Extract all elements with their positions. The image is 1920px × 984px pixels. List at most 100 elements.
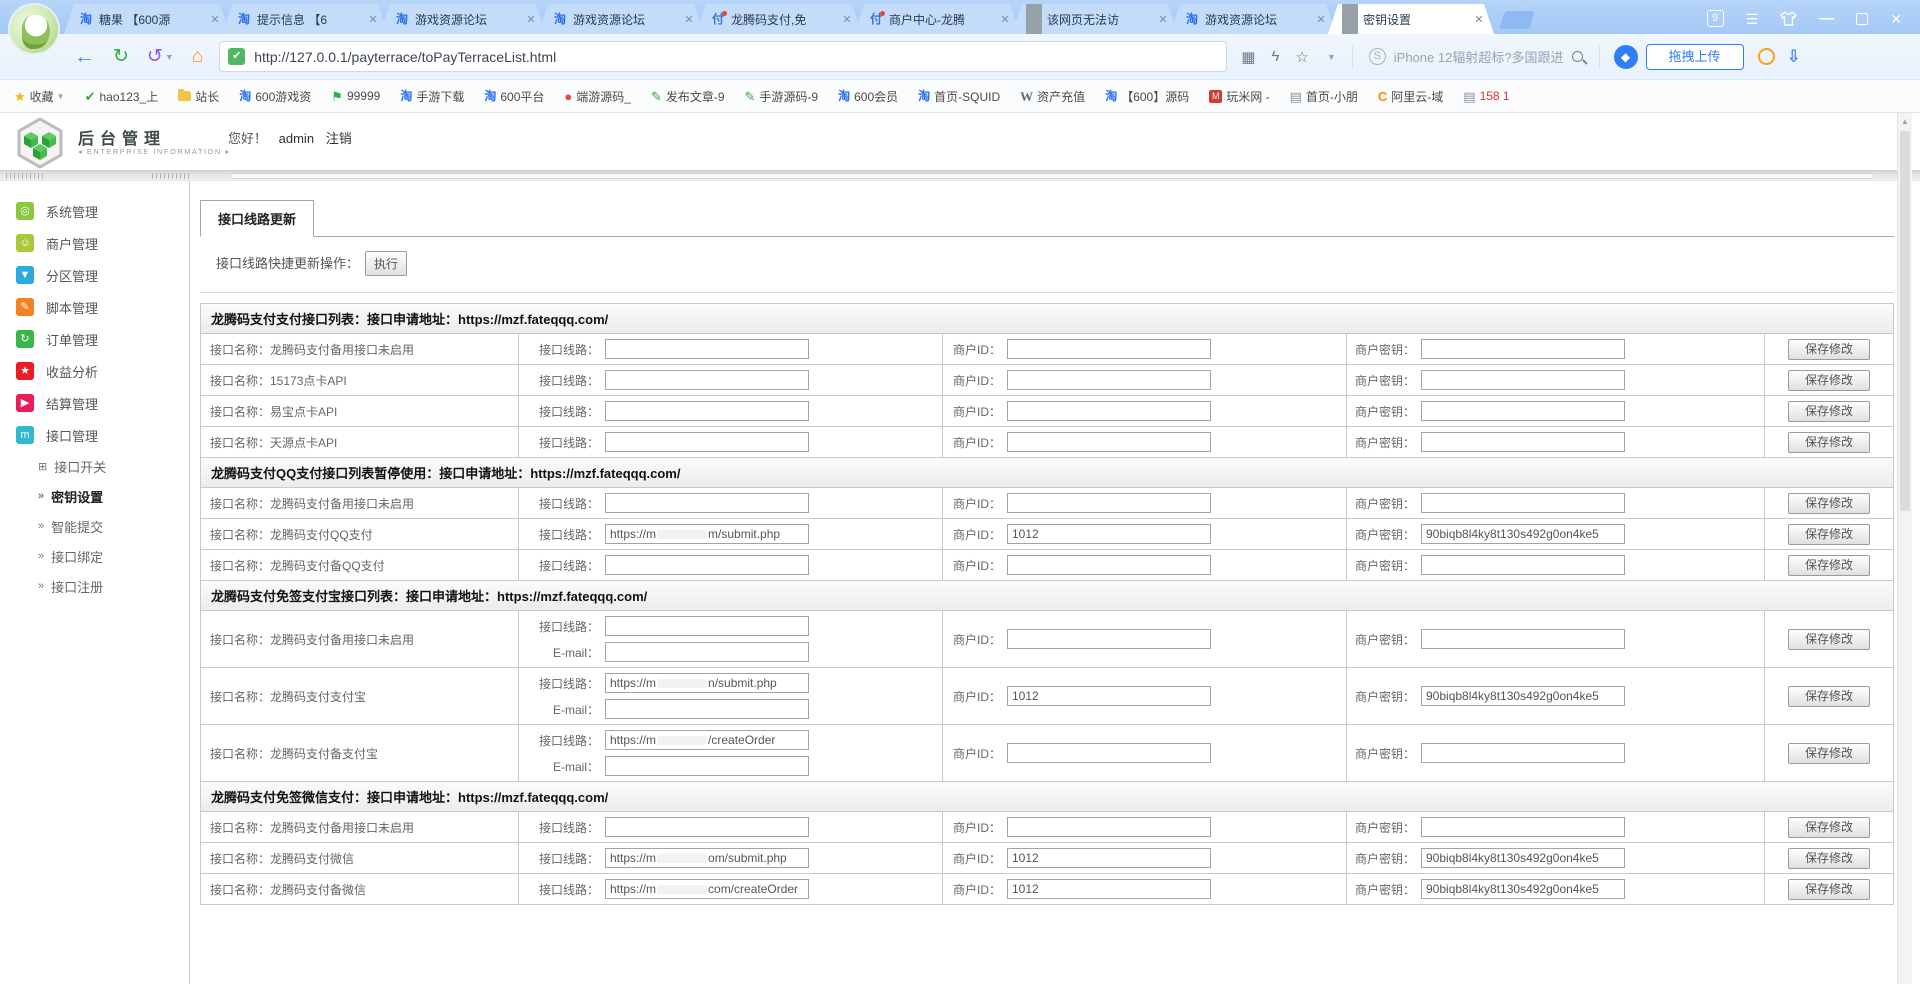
session-count-badge[interactable]: 9 bbox=[1707, 10, 1724, 27]
drag-upload-button[interactable]: 拖拽上传 bbox=[1646, 44, 1744, 70]
bookmark-item[interactable]: M玩米网 - bbox=[1209, 88, 1269, 105]
sidebar-item-m[interactable]: m接口管理 bbox=[0, 419, 189, 451]
merchant-key-input[interactable] bbox=[1421, 493, 1625, 513]
page-scrollbar[interactable]: ▲ bbox=[1897, 113, 1912, 984]
sidebar-item-down-arrow[interactable]: ▼分区管理 bbox=[0, 259, 189, 291]
sidebar-item-recycle[interactable]: ↻订单管理 bbox=[0, 323, 189, 355]
line-input[interactable]: https://mom/submit.php bbox=[605, 848, 809, 868]
favorite-star-icon[interactable]: ☆ bbox=[1295, 48, 1308, 66]
bookmark-item[interactable]: 淘手游下载 bbox=[400, 88, 464, 105]
save-changes-button[interactable]: 保存修改 bbox=[1788, 629, 1870, 650]
bookmark-item[interactable]: ✎手游源码-9 bbox=[745, 88, 819, 105]
merchant-id-input[interactable] bbox=[1007, 555, 1211, 575]
browser-tab[interactable]: 淘游戏资源论坛✕ bbox=[538, 4, 704, 34]
bookmark-item[interactable]: 淘600会员 bbox=[838, 88, 898, 105]
search-hint-text[interactable]: iPhone 12辐射超标?多国跟进 bbox=[1394, 47, 1564, 66]
email-input[interactable] bbox=[605, 642, 809, 662]
merchant-key-input[interactable] bbox=[1421, 555, 1625, 575]
sidebar-item-star[interactable]: ★收益分析 bbox=[0, 355, 189, 387]
sidebar-subitem[interactable]: »接口注册 bbox=[0, 571, 189, 601]
browser-avatar[interactable] bbox=[8, 3, 60, 55]
line-input[interactable] bbox=[605, 817, 809, 837]
save-changes-button[interactable]: 保存修改 bbox=[1788, 743, 1870, 764]
save-changes-button[interactable]: 保存修改 bbox=[1788, 432, 1870, 453]
sidebar-subitem[interactable]: »密钥设置 bbox=[0, 481, 189, 511]
tab-close-icon[interactable]: ✕ bbox=[208, 13, 222, 26]
sidebar-item-play[interactable]: ▶结算管理 bbox=[0, 387, 189, 419]
sidebar-item-smiley[interactable]: ☺商户管理 bbox=[0, 227, 189, 259]
skin-theme-icon[interactable] bbox=[1780, 11, 1797, 26]
execute-button[interactable]: 执行 bbox=[365, 251, 407, 276]
merchant-id-input[interactable] bbox=[1007, 370, 1211, 390]
user-center-icon[interactable] bbox=[1758, 48, 1775, 65]
tab-close-icon[interactable]: ✕ bbox=[366, 13, 380, 26]
minimize-icon[interactable]: — bbox=[1819, 11, 1834, 27]
tab-close-icon[interactable]: ✕ bbox=[1314, 13, 1328, 26]
merchant-id-input[interactable] bbox=[1007, 401, 1211, 421]
back-icon[interactable]: ← bbox=[74, 45, 95, 69]
merchant-id-input[interactable]: 1012 bbox=[1007, 686, 1211, 706]
line-input[interactable]: https://m/createOrder bbox=[605, 730, 809, 750]
line-input[interactable]: https://mcom/createOrder bbox=[605, 879, 809, 899]
bookmark-item[interactable]: ●端游源码_ bbox=[564, 88, 631, 105]
save-changes-button[interactable]: 保存修改 bbox=[1788, 493, 1870, 514]
save-changes-button[interactable]: 保存修改 bbox=[1788, 848, 1870, 869]
address-bar[interactable]: ✔ http://127.0.0.1/payterrace/toPayTerra… bbox=[219, 41, 1227, 72]
browser-tab[interactable]: 淘提示信息 【6✕ bbox=[222, 4, 388, 34]
merchant-key-input[interactable] bbox=[1421, 817, 1625, 837]
security-shield-icon[interactable]: ✔ bbox=[228, 48, 245, 65]
bookmark-item[interactable]: W资产充值 bbox=[1020, 88, 1085, 105]
merchant-key-input[interactable] bbox=[1421, 629, 1625, 649]
close-window-icon[interactable]: ✕ bbox=[1890, 11, 1902, 27]
merchant-key-input[interactable] bbox=[1421, 743, 1625, 763]
favorite-caret-icon[interactable]: ▼ bbox=[1327, 52, 1336, 62]
qr-code-icon[interactable]: ▦ bbox=[1241, 48, 1255, 66]
bookmark-item[interactable]: 站长 bbox=[178, 88, 219, 105]
line-input[interactable] bbox=[605, 555, 809, 575]
bookmark-item[interactable]: C阿里云-域 bbox=[1378, 88, 1443, 105]
line-input[interactable]: https://mm/submit.php bbox=[605, 524, 809, 544]
sidebar-item-power[interactable]: ◎系统管理 bbox=[0, 195, 189, 227]
merchant-id-input[interactable] bbox=[1007, 743, 1211, 763]
merchant-id-input[interactable] bbox=[1007, 432, 1211, 452]
merchant-key-input[interactable] bbox=[1421, 339, 1625, 359]
scrollbar-thumb[interactable] bbox=[1900, 131, 1910, 511]
logout-link[interactable]: 注销 bbox=[326, 131, 352, 146]
undo-history-icon[interactable]: ↺ bbox=[147, 45, 163, 68]
save-changes-button[interactable]: 保存修改 bbox=[1788, 879, 1870, 900]
line-input[interactable] bbox=[605, 401, 809, 421]
bookmark-item[interactable]: ▤158 1 bbox=[1463, 89, 1509, 103]
merchant-key-input[interactable] bbox=[1421, 432, 1625, 452]
browser-tab[interactable]: 淘游戏资源论坛✕ bbox=[380, 4, 546, 34]
bookmark-item[interactable]: ★收藏▼ bbox=[14, 88, 65, 105]
merchant-id-input[interactable]: 1012 bbox=[1007, 879, 1211, 899]
tab-close-icon[interactable]: ✕ bbox=[524, 13, 538, 26]
merchant-id-input[interactable] bbox=[1007, 493, 1211, 513]
scroll-up-icon[interactable]: ▲ bbox=[1898, 113, 1912, 126]
menu-icon[interactable]: ☰ bbox=[1746, 11, 1759, 27]
browser-tab[interactable]: 淘糖果 【600源✕ bbox=[64, 4, 230, 34]
search-box[interactable]: S iPhone 12辐射超标?多国跟进 bbox=[1369, 47, 1583, 66]
new-tab-button[interactable] bbox=[1499, 11, 1535, 29]
accelerate-icon[interactable]: ϟ bbox=[1271, 48, 1279, 65]
maximize-icon[interactable] bbox=[1856, 13, 1868, 25]
merchant-key-input[interactable]: 90biqb8l4ky8t130s492g0on4ke5 bbox=[1421, 848, 1625, 868]
tab-interface-line-update[interactable]: 接口线路更新 bbox=[200, 200, 314, 237]
line-input[interactable]: https://mn/submit.php bbox=[605, 673, 809, 693]
save-changes-button[interactable]: 保存修改 bbox=[1788, 686, 1870, 707]
netdisk-logo-icon[interactable]: ◆ bbox=[1614, 45, 1638, 69]
sidebar-subitem[interactable]: »接口绑定 bbox=[0, 541, 189, 571]
line-input[interactable] bbox=[605, 616, 809, 636]
save-changes-button[interactable]: 保存修改 bbox=[1788, 524, 1870, 545]
bookmark-item[interactable]: ✎发布文章-9 bbox=[651, 88, 725, 105]
merchant-id-input[interactable] bbox=[1007, 629, 1211, 649]
line-input[interactable] bbox=[605, 339, 809, 359]
bookmark-item[interactable]: 淘首页-SQUID bbox=[918, 88, 1000, 105]
home-icon[interactable]: ⌂ bbox=[192, 46, 203, 68]
download-manager-icon[interactable]: ⇩ bbox=[1787, 47, 1801, 67]
browser-tab[interactable]: 付龙腾码支付,免✕ bbox=[696, 4, 862, 34]
tab-close-icon[interactable]: ✕ bbox=[998, 13, 1012, 26]
refresh-icon[interactable]: ↻ bbox=[113, 45, 129, 68]
tab-close-icon[interactable]: ✕ bbox=[1472, 13, 1486, 26]
save-changes-button[interactable]: 保存修改 bbox=[1788, 401, 1870, 422]
